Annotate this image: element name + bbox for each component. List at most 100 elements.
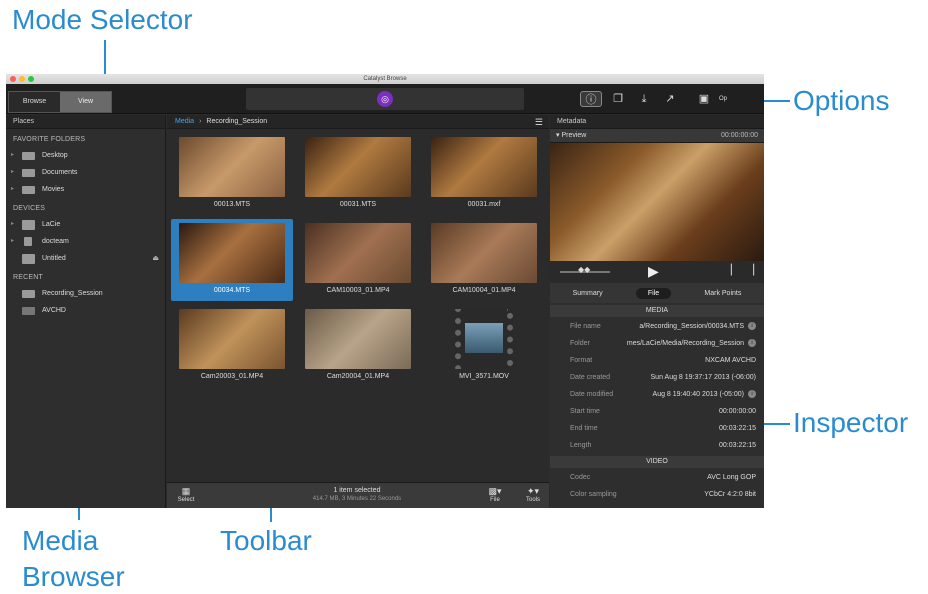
place-label: Movies bbox=[42, 186, 65, 193]
center-status-bar: ◎ bbox=[246, 88, 524, 110]
mode-selector: Browse View bbox=[8, 91, 112, 113]
place-label: Recording_Session bbox=[42, 290, 103, 297]
tab-file[interactable]: File bbox=[635, 287, 672, 299]
wrench-icon: ✦▾ bbox=[526, 486, 540, 496]
inspector-tabs: Summary File Mark Points bbox=[550, 283, 764, 303]
tools-menu-button[interactable]: ✦▾ Tools bbox=[521, 486, 545, 503]
mark-in-icon[interactable]: ⎢ bbox=[730, 265, 735, 276]
metadata-row: File name a/Recording_Session/00034.MTS i bbox=[550, 318, 764, 335]
clip-item[interactable]: Cam20003_01.MP4 bbox=[171, 305, 293, 387]
copy-icon[interactable]: ❐ bbox=[610, 91, 626, 107]
briefcase-icon[interactable]: ▣ bbox=[696, 91, 712, 107]
device-item-lacie[interactable]: ▸ LaCie bbox=[6, 216, 165, 233]
breadcrumb-current: Recording_Session bbox=[206, 118, 268, 125]
jog-handle-icon[interactable]: ◆◆ bbox=[578, 265, 590, 274]
folder-icon bbox=[22, 290, 35, 298]
catalyst-logo-icon: ◎ bbox=[377, 91, 393, 107]
disclosure-triangle-icon[interactable]: ▸ bbox=[11, 164, 14, 181]
clip-item[interactable]: 00013.MTS bbox=[171, 133, 293, 215]
place-item-documents[interactable]: ▸ Documents bbox=[6, 164, 165, 181]
mode-view-tab[interactable]: View bbox=[60, 92, 111, 112]
metadata-row: Date created Sun Aug 8 19:37:17 2013 (-06… bbox=[550, 369, 764, 386]
download-icon[interactable]: ⤓ bbox=[636, 91, 652, 107]
clip-thumbnail bbox=[431, 223, 537, 283]
video-group-header: VIDEO bbox=[550, 456, 764, 468]
disclosure-triangle-icon[interactable]: ▸ bbox=[11, 216, 14, 233]
metadata-key: Date created bbox=[570, 374, 611, 381]
callout-options: Options bbox=[793, 85, 890, 116]
metadata-value: 00:03:22:15 bbox=[719, 442, 756, 449]
preview-video[interactable] bbox=[550, 143, 764, 261]
devices-section-title: DEVICES bbox=[13, 205, 46, 212]
device-item-docteam[interactable]: ▸ docteam bbox=[6, 233, 165, 250]
disclosure-triangle-icon[interactable]: ▸ bbox=[11, 147, 14, 164]
metadata-key: End time bbox=[570, 425, 598, 432]
callout-inspector: Inspector bbox=[793, 407, 909, 438]
metadata-row: Start time 00:00:00:00 bbox=[550, 403, 764, 420]
place-item-movies[interactable]: ▸ Movies bbox=[6, 181, 165, 198]
callout-mode-selector: Mode Selector bbox=[12, 4, 193, 35]
select-grid-icon: ▦ bbox=[181, 486, 191, 496]
clip-item[interactable]: CAM10004_01.MP4 bbox=[423, 219, 545, 301]
folder-icon bbox=[22, 169, 35, 177]
list-view-icon[interactable]: ☰ bbox=[535, 115, 543, 129]
clip-name: MVI_3571.MOV bbox=[459, 373, 509, 380]
inspector-panel: Metadata ▾ Preview 00:00:00:00 ◆◆ ▶ ⎢ ⎥ … bbox=[550, 115, 764, 508]
stack-icon bbox=[22, 307, 35, 315]
place-item-desktop[interactable]: ▸ Desktop bbox=[6, 147, 165, 164]
clip-thumbnail bbox=[179, 137, 285, 197]
info-icon[interactable]: ⓘ bbox=[580, 91, 602, 107]
mark-out-icon[interactable]: ⎥ bbox=[750, 265, 755, 276]
callout-toolbar: Toolbar bbox=[220, 525, 312, 556]
metadata-key: Start time bbox=[570, 408, 600, 415]
metadata-value: a/Recording_Session/00034.MTS bbox=[639, 323, 744, 330]
clip-name: 00013.MTS bbox=[213, 201, 251, 208]
select-label: Select bbox=[177, 497, 195, 503]
clip-name: Cam20004_01.MP4 bbox=[326, 373, 390, 380]
eject-icon[interactable]: ⏏ bbox=[152, 250, 159, 267]
clip-item-selected[interactable]: 00034.MTS bbox=[171, 219, 293, 301]
clip-item[interactable]: CAM10003_01.MP4 bbox=[297, 219, 419, 301]
clip-item[interactable]: Cam20004_01.MP4 bbox=[297, 305, 419, 387]
device-item-untitled[interactable]: Untitled ⏏ bbox=[6, 250, 165, 267]
info-icon[interactable]: i bbox=[748, 390, 756, 399]
disclosure-triangle-icon[interactable]: ▸ bbox=[11, 233, 14, 250]
breadcrumb-root[interactable]: Media bbox=[175, 118, 194, 125]
info-icon[interactable]: i bbox=[748, 322, 756, 331]
tab-mark-points[interactable]: Mark Points bbox=[692, 288, 753, 299]
info-icon[interactable]: i bbox=[748, 339, 756, 348]
place-label: Untitled bbox=[42, 255, 66, 262]
disclosure-triangle-icon[interactable]: ▸ bbox=[11, 181, 14, 198]
share-icon[interactable]: ↗ bbox=[662, 91, 678, 107]
clip-item[interactable]: 00031.mxf bbox=[423, 133, 545, 215]
metadata-key: Length bbox=[570, 442, 592, 449]
preview-label: Preview bbox=[561, 132, 587, 139]
metadata-key: Format bbox=[570, 357, 593, 364]
clip-item[interactable]: 00031.MTS bbox=[297, 133, 419, 215]
network-drive-icon bbox=[24, 237, 32, 246]
title-bar: Catalyst Browse bbox=[6, 74, 764, 84]
preview-timecode: 00:00:00:00 bbox=[721, 132, 758, 139]
metadata-row: Length 00:03:22:15 bbox=[550, 437, 764, 454]
breadcrumb-separator-icon: › bbox=[199, 118, 202, 125]
recent-item-avchd[interactable]: AVCHD bbox=[6, 302, 165, 319]
clip-grid: 00013.MTS 00031.MTS 00031.mxf 00034.MTS … bbox=[171, 133, 549, 488]
film-strip-icon bbox=[455, 309, 513, 369]
clip-item[interactable]: MVI_3571.MOV bbox=[423, 305, 545, 387]
recent-item-recording-session[interactable]: Recording_Session bbox=[6, 285, 165, 302]
select-button[interactable]: ▦ Select bbox=[175, 486, 197, 503]
clip-thumbnail bbox=[179, 309, 285, 369]
place-label: docteam bbox=[42, 238, 69, 245]
transport-controls: ◆◆ ▶ ⎢ ⎥ bbox=[550, 261, 764, 283]
disclosure-triangle-icon: ▾ bbox=[556, 132, 560, 139]
mode-browse-tab[interactable]: Browse bbox=[9, 92, 60, 112]
play-icon[interactable]: ▶ bbox=[648, 263, 659, 280]
file-menu-button[interactable]: ▩▾ File bbox=[483, 486, 507, 503]
metadata-row: Format NXCAM AVCHD bbox=[550, 352, 764, 369]
tab-summary[interactable]: Summary bbox=[561, 288, 615, 299]
options-menu-button[interactable]: Op bbox=[716, 91, 730, 107]
metadata-key: Folder bbox=[570, 340, 590, 347]
preview-header[interactable]: ▾ Preview 00:00:00:00 bbox=[550, 129, 764, 143]
selection-count: 1 item selected bbox=[333, 487, 381, 494]
clip-name: 00031.mxf bbox=[467, 201, 501, 208]
